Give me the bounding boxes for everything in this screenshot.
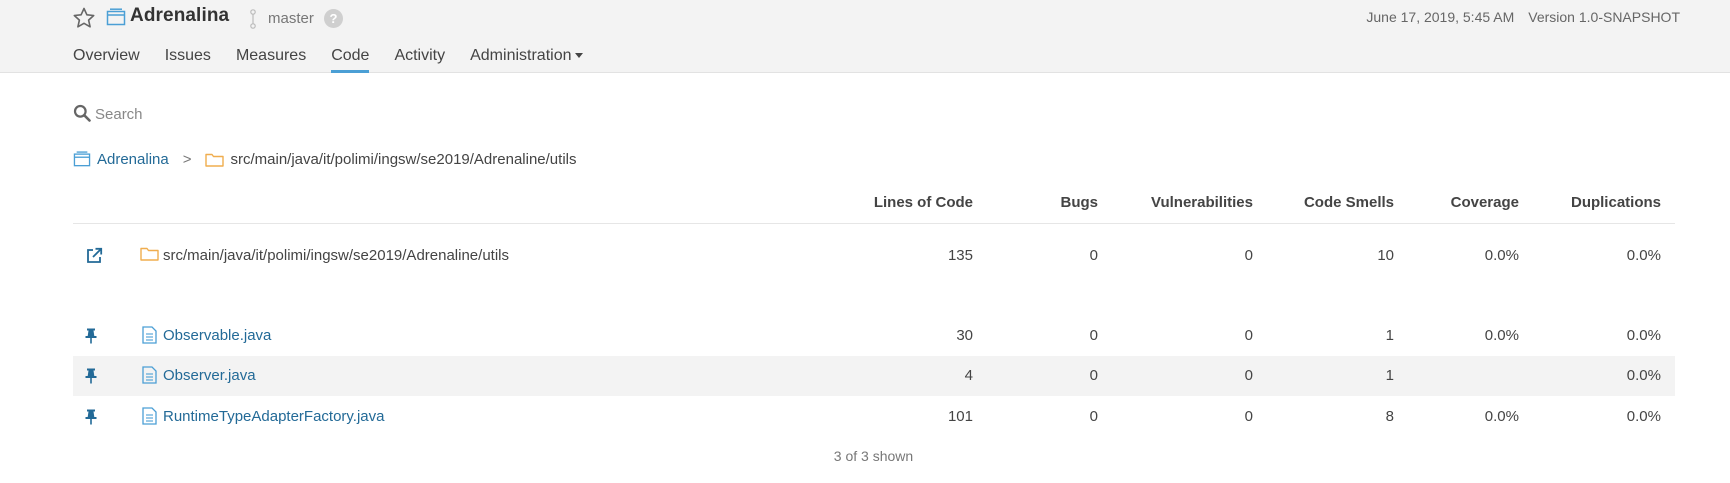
col-vulnerabilities[interactable]: Vulnerabilities: [1110, 194, 1253, 211]
project-header: Adrenalina master ? June 17, 2019, 5:45 …: [0, 0, 1730, 73]
cell-loc[interactable]: 135: [760, 236, 973, 276]
cell-vulnerabilities[interactable]: 0: [1110, 316, 1253, 356]
folder-icon: [140, 247, 159, 261]
branch-icon: [250, 9, 256, 29]
cell-loc[interactable]: 101: [760, 397, 973, 437]
pin-icon[interactable]: [84, 368, 98, 384]
cell-vulnerabilities[interactable]: 0: [1110, 236, 1253, 276]
cell-loc[interactable]: 30: [760, 316, 973, 356]
cell-coverage[interactable]: [1410, 356, 1519, 396]
cell-code-smells[interactable]: 10: [1270, 236, 1394, 276]
analysis-meta: June 17, 2019, 5:45 AM Version 1.0-SNAPSH…: [1366, 9, 1680, 25]
breadcrumb: Adrenalina > src/main/java/it/polimi/ing…: [73, 148, 576, 170]
cell-bugs[interactable]: 0: [1000, 236, 1098, 276]
project-version: Version 1.0-SNAPSHOT: [1528, 9, 1680, 25]
col-code-smells[interactable]: Code Smells: [1270, 194, 1394, 211]
cell-bugs[interactable]: 0: [1000, 356, 1098, 396]
file-name[interactable]: Observer.java: [163, 356, 256, 396]
cell-duplications[interactable]: 0.0%: [1530, 236, 1661, 276]
tab-activity[interactable]: Activity: [394, 47, 445, 73]
table-row: Observable.java 30 0 0 1 0.0% 0.0%: [73, 316, 1675, 356]
cell-vulnerabilities[interactable]: 0: [1110, 356, 1253, 396]
file-icon: [142, 407, 157, 425]
cell-duplications[interactable]: 0.0%: [1530, 356, 1661, 396]
tab-overview[interactable]: Overview: [73, 47, 140, 73]
directory-name[interactable]: src/main/java/it/polimi/ingsw/se2019/Adr…: [163, 236, 509, 276]
file-name[interactable]: RuntimeTypeAdapterFactory.java: [163, 397, 385, 437]
analysis-date: June 17, 2019, 5:45 AM: [1366, 9, 1515, 25]
cell-code-smells[interactable]: 1: [1270, 316, 1394, 356]
file-name[interactable]: Observable.java: [163, 316, 271, 356]
cell-duplications[interactable]: 0.0%: [1530, 316, 1661, 356]
table-row: Observer.java 4 0 0 1 0.0%: [73, 356, 1675, 396]
tab-code[interactable]: Code: [331, 47, 370, 73]
cell-duplications[interactable]: 0.0%: [1530, 397, 1661, 437]
file-icon: [142, 326, 157, 344]
col-bugs[interactable]: Bugs: [1000, 194, 1099, 211]
folder-icon: [205, 153, 225, 167]
table-row-directory: src/main/java/it/polimi/ingsw/se2019/Adr…: [73, 236, 1675, 276]
cell-bugs[interactable]: 0: [1000, 397, 1098, 437]
chevron-down-icon: [575, 53, 584, 59]
breadcrumb-path[interactable]: src/main/java/it/polimi/ingsw/se2019/Adr…: [230, 151, 576, 168]
table-header-divider: [73, 223, 1675, 224]
tab-measures[interactable]: Measures: [236, 47, 306, 73]
project-icon: [106, 8, 126, 26]
table-row: RuntimeTypeAdapterFactory.java 101 0 0 8…: [73, 397, 1675, 437]
cell-bugs[interactable]: 0: [1000, 316, 1098, 356]
cell-coverage[interactable]: 0.0%: [1410, 236, 1519, 276]
tab-issues[interactable]: Issues: [165, 47, 211, 73]
search-input[interactable]: [95, 102, 395, 126]
col-duplications[interactable]: Duplications: [1530, 194, 1661, 211]
help-icon[interactable]: ?: [324, 9, 343, 28]
external-link-icon[interactable]: [85, 247, 103, 265]
search-icon: [73, 104, 91, 122]
breadcrumb-project[interactable]: Adrenalina: [97, 151, 169, 168]
tab-administration-label: Administration: [470, 47, 572, 64]
cell-coverage[interactable]: 0.0%: [1410, 397, 1519, 437]
file-icon: [142, 366, 157, 384]
cell-code-smells[interactable]: 8: [1270, 397, 1394, 437]
breadcrumb-separator: >: [182, 150, 192, 168]
results-count: 3 of 3 shown: [833, 448, 914, 464]
cell-loc[interactable]: 4: [760, 356, 973, 396]
col-lines-of-code[interactable]: Lines of Code: [760, 194, 973, 211]
project-nav: Overview Issues Measures Code Activity A…: [73, 47, 608, 73]
pin-icon[interactable]: [84, 409, 98, 425]
branch-name[interactable]: master: [268, 10, 314, 27]
pin-icon[interactable]: [84, 328, 98, 344]
cell-code-smells[interactable]: 1: [1270, 356, 1394, 396]
star-icon[interactable]: [72, 6, 96, 30]
col-coverage[interactable]: Coverage: [1410, 194, 1519, 211]
project-name[interactable]: Adrenalina: [130, 5, 229, 27]
project-icon: [73, 151, 91, 167]
cell-vulnerabilities[interactable]: 0: [1110, 397, 1253, 437]
tab-administration[interactable]: Administration: [470, 47, 584, 73]
cell-coverage[interactable]: 0.0%: [1410, 316, 1519, 356]
